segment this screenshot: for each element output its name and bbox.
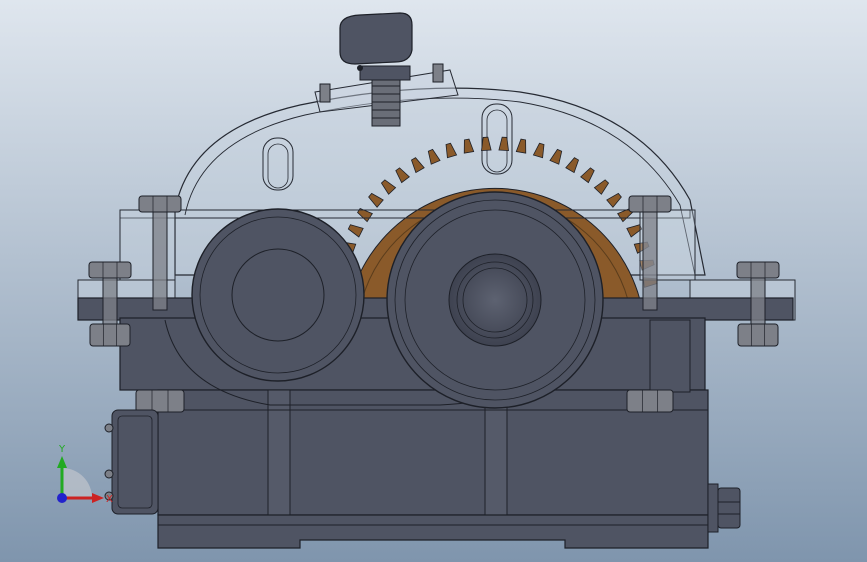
hex-nut [626, 389, 674, 413]
output-bearing-cover[interactable] [386, 191, 604, 409]
hex-nut [135, 389, 185, 413]
pinion-bearing-cover[interactable] [191, 208, 365, 382]
drain-plug[interactable] [707, 483, 741, 533]
hex-nut [89, 323, 131, 347]
x-axis-label: X [106, 494, 113, 505]
graphics-viewport[interactable]: Y X [0, 0, 867, 562]
y-axis-label: Y [58, 444, 66, 455]
oil-level-gauge[interactable] [104, 409, 159, 515]
model-scene[interactable]: Y X [0, 0, 867, 562]
hex-nut [737, 323, 779, 347]
